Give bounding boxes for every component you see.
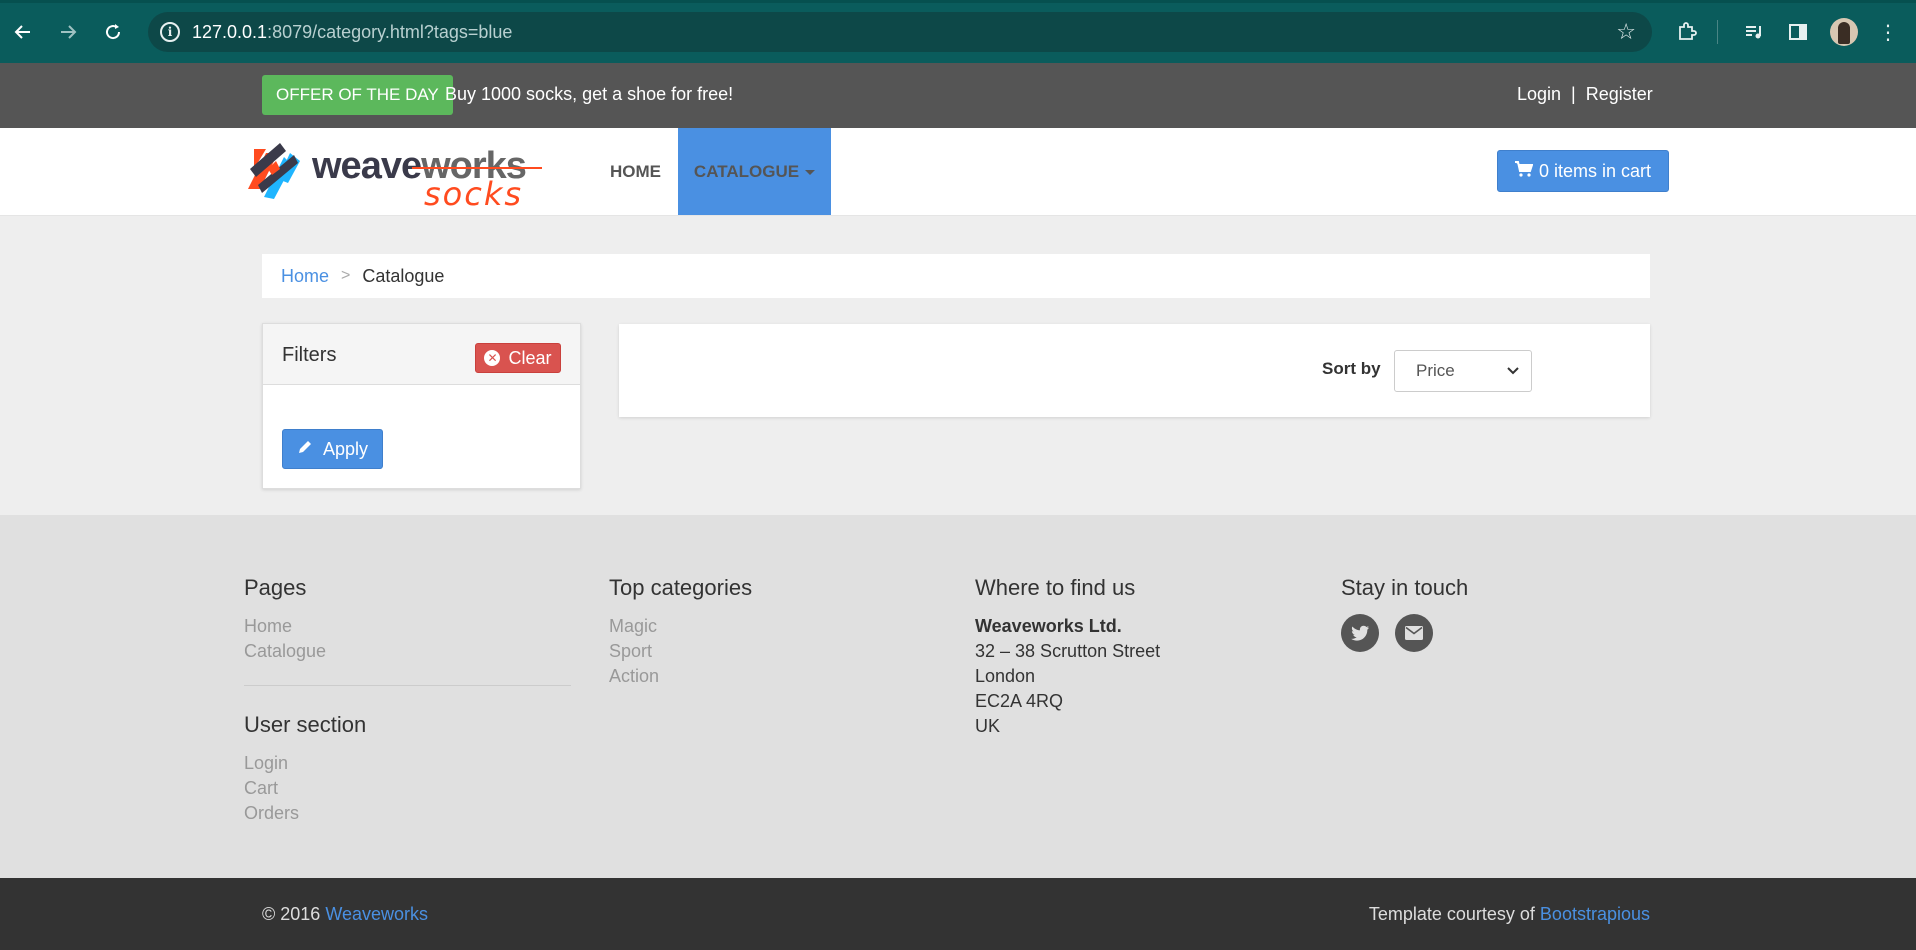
footer-link-cart[interactable]: Cart bbox=[244, 776, 571, 801]
footer-social-column: Stay in touch bbox=[1341, 575, 1468, 652]
times-circle-icon: ✕ bbox=[484, 350, 501, 366]
chevron-down-icon bbox=[1507, 351, 1519, 406]
footer-pages-column: Pages Home Catalogue User section Login … bbox=[244, 575, 571, 826]
filters-panel: Filters ✕ Clear Apply bbox=[262, 323, 581, 489]
login-link[interactable]: Login bbox=[1517, 84, 1561, 104]
address-country: UK bbox=[975, 716, 1001, 736]
address-postcode: EC2A 4RQ bbox=[975, 691, 1064, 711]
envelope-icon[interactable] bbox=[1395, 614, 1433, 652]
footer-divider bbox=[244, 685, 571, 686]
side-panel-icon[interactable] bbox=[1784, 18, 1812, 46]
footer-category-sport[interactable]: Sport bbox=[609, 639, 752, 664]
profile-avatar[interactable] bbox=[1830, 18, 1858, 46]
footer-pages-title: Pages bbox=[244, 575, 307, 600]
address-street: 32 – 38 Scrutton Street bbox=[975, 641, 1161, 661]
breadcrumb-home[interactable]: Home bbox=[281, 266, 329, 287]
company-name: Weaveworks Ltd. bbox=[975, 616, 1122, 636]
browser-tab-strip bbox=[0, 0, 1916, 3]
apply-filters-button[interactable]: Apply bbox=[282, 429, 383, 469]
footer-address-title: Where to find us bbox=[975, 575, 1136, 600]
register-link[interactable]: Register bbox=[1586, 84, 1653, 104]
pencil-icon bbox=[297, 439, 313, 460]
logo-strike bbox=[412, 167, 542, 169]
template-credit: Template courtesy of Bootstrapious bbox=[1369, 904, 1650, 925]
footer-category-action[interactable]: Action bbox=[609, 664, 752, 689]
cart-label: 0 items in cart bbox=[1538, 160, 1652, 181]
copyright-bar: © 2016 Weaveworks Template courtesy of B… bbox=[0, 878, 1916, 950]
nav-home[interactable]: HOME bbox=[610, 128, 661, 215]
clear-filters-button[interactable]: ✕ Clear bbox=[475, 343, 561, 373]
bootstrapious-link[interactable]: Bootstrapious bbox=[1540, 904, 1650, 924]
nav-catalogue[interactable]: CATALOGUE bbox=[678, 128, 831, 215]
breadcrumb: Home > Catalogue bbox=[262, 254, 1650, 298]
cart-icon bbox=[1514, 160, 1534, 182]
footer-categories-column: Top categories Magic Sport Action bbox=[609, 575, 752, 689]
footer-categories-title: Top categories bbox=[609, 575, 753, 600]
footer-link-catalogue[interactable]: Catalogue bbox=[244, 639, 571, 664]
toolbar-separator bbox=[1717, 20, 1718, 44]
back-arrow-icon[interactable] bbox=[9, 18, 37, 46]
main-navbar: weaveworks socks HOME CATALOGUE 0 items … bbox=[0, 128, 1916, 216]
url-text: 127.0.0.1:8079/category.html?tags=blue bbox=[192, 22, 513, 42]
account-links: Login | Register bbox=[1517, 84, 1653, 105]
cart-button[interactable]: 0 items in cart bbox=[1497, 150, 1669, 192]
browser-chrome: i 127.0.0.1:8079/category.html?tags=blue… bbox=[0, 0, 1916, 63]
media-queue-icon[interactable] bbox=[1740, 18, 1768, 46]
forward-arrow-icon[interactable] bbox=[54, 18, 82, 46]
info-icon[interactable]: i bbox=[160, 22, 180, 42]
reload-icon[interactable] bbox=[99, 18, 127, 46]
filters-header: Filters ✕ Clear bbox=[263, 324, 580, 385]
address-city: London bbox=[975, 666, 1036, 686]
template-credit-text: Template courtesy of bbox=[1368, 904, 1535, 924]
sort-by-label: Sort by bbox=[1322, 359, 1381, 378]
caret-down-icon bbox=[805, 170, 816, 176]
footer-social-title: Stay in touch bbox=[1341, 575, 1469, 600]
copyright-left: © 2016 Weaveworks bbox=[262, 904, 428, 925]
link-separator: | bbox=[1571, 84, 1576, 104]
extensions-icon[interactable] bbox=[1673, 18, 1701, 46]
logo-socks-text: socks bbox=[424, 175, 524, 213]
site-footer: Pages Home Catalogue User section Login … bbox=[0, 515, 1916, 878]
offer-bar: OFFER OF THE DAY Buy 1000 socks, get a s… bbox=[0, 63, 1916, 128]
footer-link-home[interactable]: Home bbox=[244, 614, 571, 639]
address-bar[interactable]: i 127.0.0.1:8079/category.html?tags=blue… bbox=[148, 12, 1652, 52]
social-links bbox=[1341, 614, 1468, 652]
footer-category-magic[interactable]: Magic bbox=[609, 614, 752, 639]
more-menu-icon[interactable]: ⋮ bbox=[1874, 18, 1902, 46]
clear-label: Clear bbox=[508, 347, 552, 368]
bookmark-star-icon[interactable]: ☆ bbox=[1616, 19, 1636, 45]
breadcrumb-current: Catalogue bbox=[362, 265, 445, 286]
copyright-text: © 2016 bbox=[262, 904, 321, 924]
footer-user-section-title: User section bbox=[244, 712, 367, 737]
filters-title: Filters bbox=[282, 344, 337, 366]
nav-catalogue-label: CATALOGUE bbox=[693, 162, 800, 181]
sort-selected-value: Price bbox=[1416, 361, 1455, 380]
footer-address-column: Where to find us Weaveworks Ltd. 32 – 38… bbox=[975, 575, 1160, 739]
offer-badge[interactable]: OFFER OF THE DAY bbox=[262, 75, 453, 115]
footer-link-orders[interactable]: Orders bbox=[244, 801, 571, 826]
apply-label: Apply bbox=[322, 438, 369, 459]
footer-link-login[interactable]: Login bbox=[244, 751, 571, 776]
breadcrumb-separator: > bbox=[341, 267, 351, 284]
weaveworks-logo[interactable]: weaveworks socks bbox=[244, 139, 544, 213]
products-toolbar: Sort by Price bbox=[619, 324, 1650, 417]
offer-text: Buy 1000 socks, get a shoe for free! bbox=[445, 84, 734, 104]
twitter-icon[interactable] bbox=[1341, 614, 1379, 652]
weaveworks-link[interactable]: Weaveworks bbox=[325, 904, 428, 924]
sort-select[interactable]: Price bbox=[1394, 350, 1532, 392]
